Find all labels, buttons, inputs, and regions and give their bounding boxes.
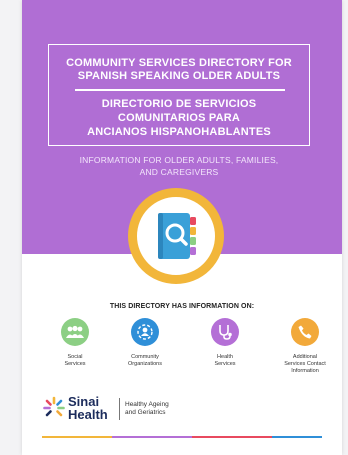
feature-label-line: Social [67, 354, 83, 360]
title-es-line-2: COMUNITARIOS PARA [117, 112, 241, 124]
feature-label-line: Health [217, 354, 233, 360]
cover-page: COMMUNITY SERVICES DIRECTORY FOR SPANISH… [22, 0, 342, 455]
feature-community-organizations: Community Organizations [110, 318, 180, 368]
feature-label: Additional Services Contact Information [270, 354, 340, 375]
footer-stripe [272, 436, 322, 438]
feature-label: Community Organizations [110, 354, 180, 368]
title-spanish: DIRECTORIO DE SERVICIOS COMUNITARIOS PAR… [49, 97, 309, 139]
feature-label: Health Services [190, 354, 260, 368]
subtitle-line-2: AND CAREGIVERS [139, 167, 219, 177]
feature-label-line: Additional [292, 354, 318, 360]
feature-label-line: Community [131, 354, 159, 360]
directory-book-icon [158, 213, 196, 259]
logo-word-2: Health [68, 407, 108, 422]
title-es-line-3: ANCIANOS HISPANOHABLANTES [87, 126, 271, 138]
feature-label-line: Services Contact [284, 361, 326, 367]
feature-label-line: Services [214, 361, 236, 367]
subtitle: INFORMATION FOR OLDER ADULTS, FAMILIES, … [42, 154, 316, 178]
sinai-health-logo: Sinai Health Healthy Ageing and Geriatri… [42, 393, 202, 423]
title-en-line-1: COMMUNITY SERVICES DIRECTORY FOR [66, 57, 292, 69]
feature-list: Social Services Community Organizations [34, 318, 334, 390]
phone-icon [291, 318, 319, 346]
logo-divider [119, 398, 120, 420]
subtitle-line-1: INFORMATION FOR OLDER ADULTS, FAMILIES, [79, 155, 279, 165]
title-english: COMMUNITY SERVICES DIRECTORY FOR SPANISH… [49, 57, 309, 83]
footer-stripe [192, 436, 272, 438]
logo-tag-line-1: Healthy Ageing [125, 401, 169, 408]
stethoscope-icon [211, 318, 239, 346]
title-en-line-2: SPANISH SPEAKING OLDER ADULTS [77, 70, 281, 82]
footer-stripe [42, 436, 112, 438]
logo-tagline: Healthy Ageing and Geriatrics [125, 401, 169, 417]
title-divider [75, 89, 285, 91]
people-icon [61, 318, 89, 346]
sinai-health-mark-icon [43, 396, 65, 417]
feature-health-services: Health Services [190, 318, 260, 368]
footer-stripe [112, 436, 192, 438]
feature-additional-services: Additional Services Contact Information [270, 318, 340, 375]
feature-label: Social Services [40, 354, 110, 368]
logo-tag-line-2: and Geriatrics [125, 409, 166, 416]
logo-wordmark: Sinai Health [68, 395, 108, 421]
title-box: COMMUNITY SERVICES DIRECTORY FOR SPANISH… [48, 44, 310, 146]
feature-social-services: Social Services [40, 318, 110, 368]
feature-label-line: Information [291, 368, 319, 374]
feature-label-line: Organizations [128, 361, 162, 367]
feature-label-line: Services [64, 361, 86, 367]
directory-emblem [128, 188, 224, 284]
title-es-line-1: DIRECTORIO DE SERVICIOS [101, 98, 257, 110]
community-icon [131, 318, 159, 346]
directory-heading: THIS DIRECTORY HAS INFORMATION ON: [109, 303, 255, 310]
